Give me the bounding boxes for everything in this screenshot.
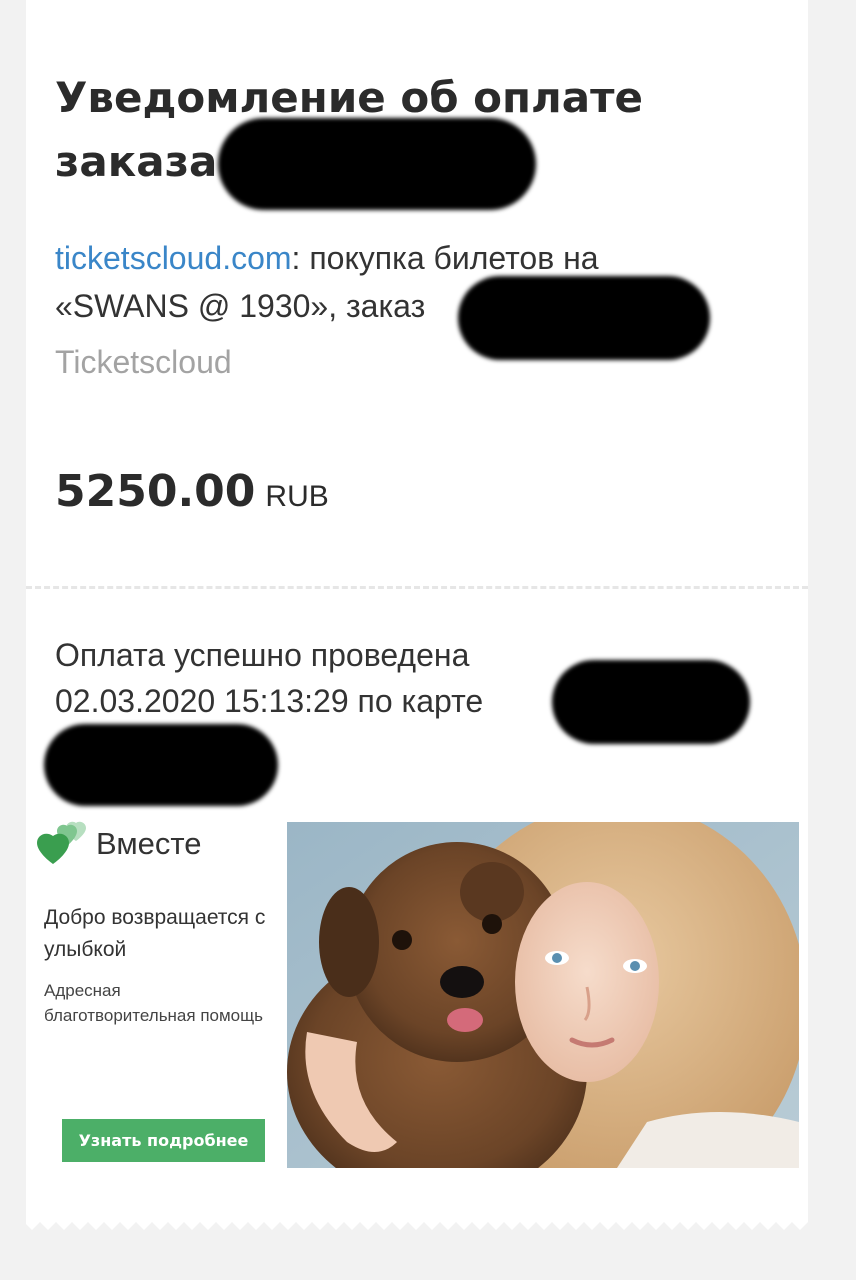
- merchant-name: Ticketscloud: [55, 344, 232, 380]
- redacted-order-id: [458, 276, 710, 360]
- merchant-link[interactable]: ticketscloud.com: [55, 240, 292, 276]
- redacted-order-number: [218, 118, 536, 210]
- redacted-card-number: [552, 660, 750, 744]
- receipt-zigzag-edge: [26, 1218, 808, 1230]
- heart-logo-icon: [37, 821, 86, 864]
- ad-brand-name: Вместе: [96, 826, 202, 861]
- ad-photo-girl-with-dog[interactable]: [287, 822, 799, 1168]
- ad-subtitle: Адресная благотворительная помощь: [44, 981, 263, 1025]
- learn-more-button[interactable]: Узнать подробнее: [62, 1119, 265, 1162]
- payment-amount: 5250.00 RUB: [55, 466, 329, 517]
- amount-value: 5250.00: [55, 466, 256, 517]
- amount-currency: RUB: [265, 480, 329, 513]
- redacted-card-holder: [44, 724, 278, 806]
- dashed-divider: [26, 586, 808, 589]
- ad-headline: Добро возвращается с улыбкой: [44, 906, 266, 961]
